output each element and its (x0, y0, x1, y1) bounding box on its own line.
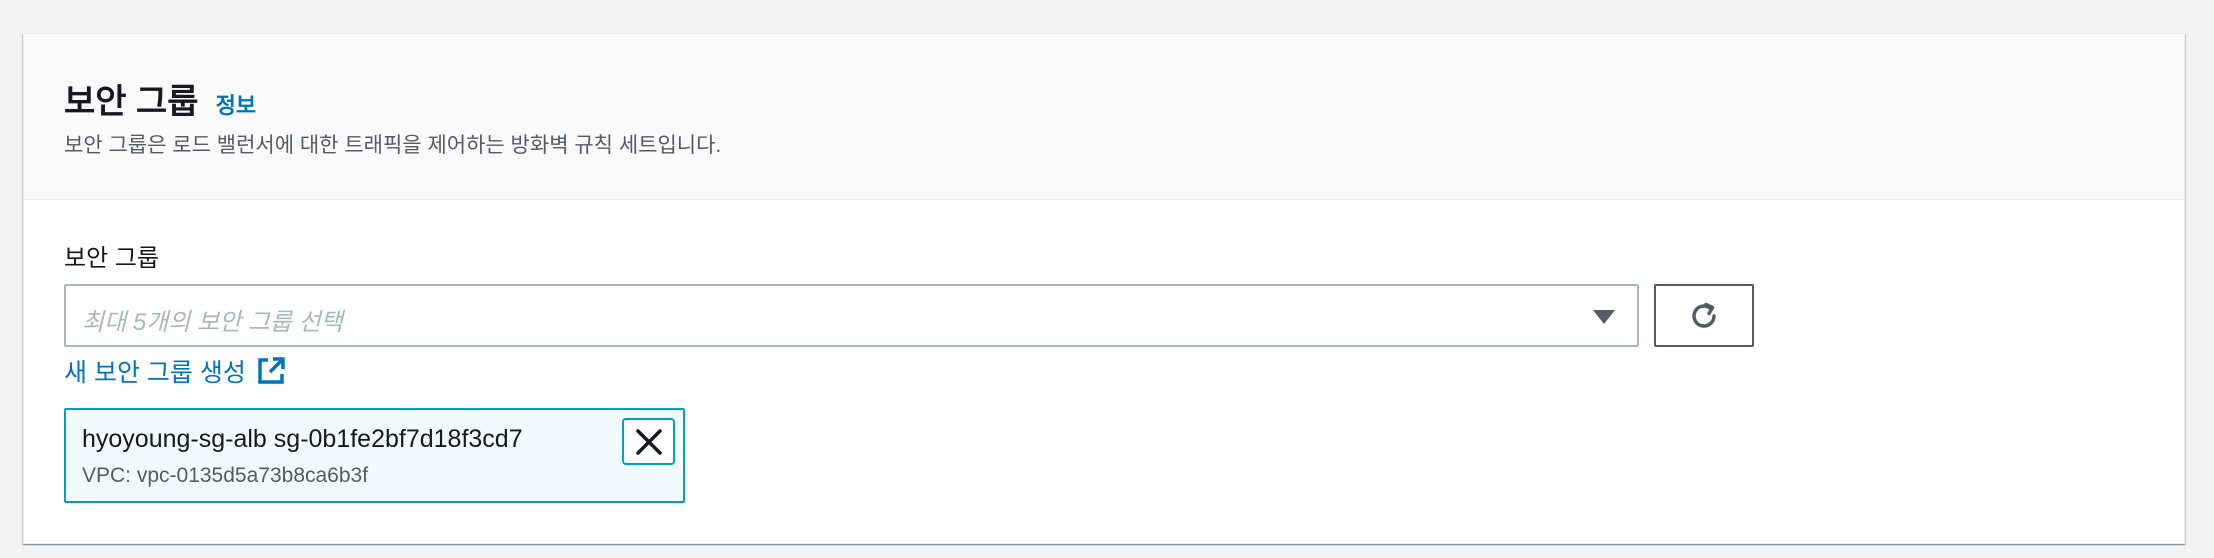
section-title: 보안 그룹 (64, 83, 199, 121)
remove-token-button[interactable] (622, 418, 675, 465)
security-group-panel: 보안 그룹 정보 보안 그룹은 로드 밸런서에 대한 트래픽을 제어하는 방화벽… (23, 33, 2185, 544)
title-row: 보안 그룹 정보 (64, 74, 256, 123)
external-link-icon (256, 356, 286, 386)
caret-down-icon (1593, 310, 1615, 324)
refresh-icon (1692, 302, 1716, 328)
select-placeholder: 최대 5개의 보안 그룹 선택 (82, 309, 343, 336)
refresh-button[interactable] (1654, 284, 1754, 347)
security-group-field-label: 보안 그룹 (64, 245, 159, 272)
create-link-label: 새 보안 그룹 생성 (64, 359, 246, 387)
create-security-group-link[interactable]: 새 보안 그룹 생성 (64, 353, 286, 389)
security-group-select[interactable]: 최대 5개의 보안 그룹 선택 (64, 284, 1639, 347)
panel-header: 보안 그룹 정보 보안 그룹은 로드 밸런서에 대한 트래픽을 제어하는 방화벽… (24, 34, 2184, 200)
token-name: hyoyoung-sg-alb sg-0b1fe2bf7d18f3cd7 (82, 425, 523, 453)
selected-security-group-token: hyoyoung-sg-alb sg-0b1fe2bf7d18f3cd7 VPC… (64, 408, 685, 503)
token-vpc: VPC: vpc-0135d5a73b8ca6b3f (82, 464, 369, 487)
info-link[interactable]: 정보 (216, 88, 256, 120)
close-icon (635, 428, 662, 455)
section-description: 보안 그룹은 로드 밸런서에 대한 트래픽을 제어하는 방화벽 규칙 세트입니다… (64, 134, 722, 157)
